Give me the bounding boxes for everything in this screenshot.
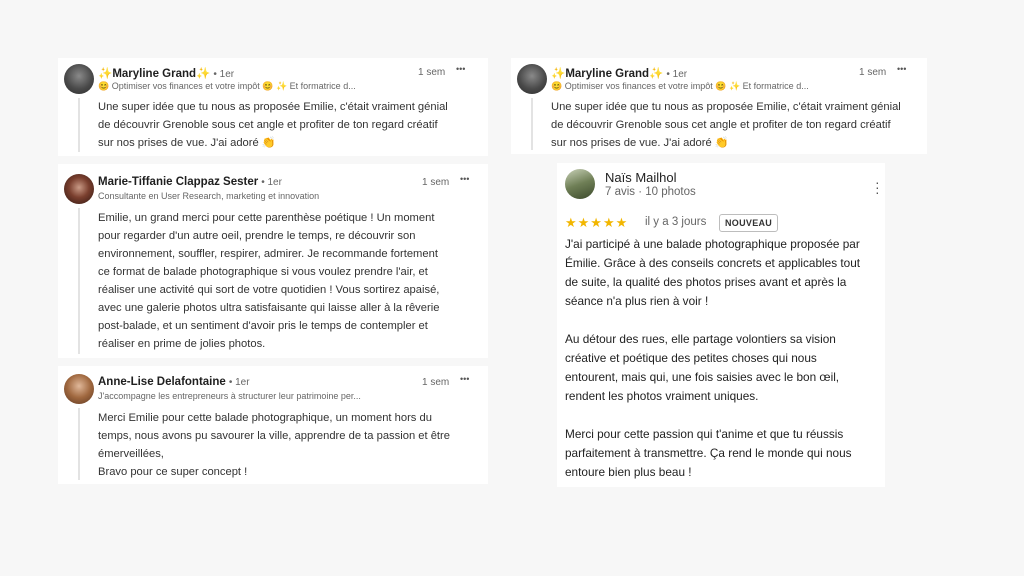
author-name[interactable]: Anne-Lise Delafontaine • 1er: [98, 376, 250, 388]
connection-degree: • 1er: [666, 69, 688, 80]
rating-stars: ★★★★★: [565, 215, 629, 230]
author-headline: J'accompagne les entrepreneurs à structu…: [98, 391, 361, 401]
author-name[interactable]: ✨Maryline Grand✨ • 1er: [98, 66, 234, 80]
thread-line: [531, 98, 533, 150]
avatar[interactable]: [64, 374, 94, 404]
timestamp: 1 sem: [422, 377, 450, 388]
author-headline: 😊 Optimiser vos finances et votre impôt …: [98, 81, 356, 91]
comment-text: Une super idée que tu nous as proposée E…: [551, 101, 901, 149]
review-card: Naïs Mailhol 7 avis · 10 photos · · · ★★★★…: [557, 163, 885, 487]
connection-degree: • 1er: [213, 69, 235, 80]
timestamp: 1 sem: [418, 67, 446, 78]
more-options-button[interactable]: •••: [456, 64, 465, 74]
author-headline: Consultante en User Research, marketing …: [98, 191, 320, 201]
new-badge: NOUVEAU: [719, 214, 779, 232]
comment-text: Emilie, un grand merci pour cette parent…: [98, 212, 440, 350]
review-date: il y a 3 jours: [645, 216, 707, 228]
more-options-button[interactable]: •••: [460, 174, 469, 184]
avatar[interactable]: [64, 174, 94, 204]
author-headline: 😊 Optimiser vos finances et votre impôt …: [551, 81, 809, 91]
author-name[interactable]: Marie-Tiffanie Clappaz Sester • 1er: [98, 176, 282, 188]
reviewer-stats: 7 avis · 10 photos: [605, 186, 696, 198]
review-text: J'ai participé à une balade photographiq…: [565, 237, 861, 479]
comment-card: Anne-Lise Delafontaine • 1er J'accompagne…: [58, 366, 488, 484]
more-options-button[interactable]: •••: [460, 374, 469, 384]
comment-card: ✨Maryline Grand✨ • 1er 😊 Optimiser vos fi…: [58, 58, 488, 156]
more-options-icon[interactable]: · · ·: [875, 175, 880, 199]
avatar[interactable]: [64, 64, 94, 94]
timestamp: 1 sem: [422, 177, 450, 188]
timestamp: 1 sem: [859, 67, 887, 78]
avatar[interactable]: [517, 64, 547, 94]
more-options-button[interactable]: •••: [897, 64, 906, 74]
thread-line: [78, 208, 80, 354]
connection-degree: • 1er: [228, 377, 250, 388]
avatar[interactable]: [565, 169, 595, 199]
comment-text: Merci Emilie pour cette balade photograp…: [98, 412, 450, 478]
reviewer-name[interactable]: Naïs Mailhol: [605, 170, 677, 185]
author-name[interactable]: ✨Maryline Grand✨ • 1er: [551, 66, 687, 80]
connection-degree: • 1er: [261, 177, 282, 188]
comment-card: Marie-Tiffanie Clappaz Sester • 1er Consu…: [58, 164, 488, 358]
comment-card: ✨Maryline Grand✨ • 1er 😊 Optimiser vos fi…: [511, 58, 927, 154]
comment-text: Une super idée que tu nous as proposée E…: [98, 101, 448, 149]
thread-line: [78, 98, 80, 152]
thread-line: [78, 408, 80, 480]
